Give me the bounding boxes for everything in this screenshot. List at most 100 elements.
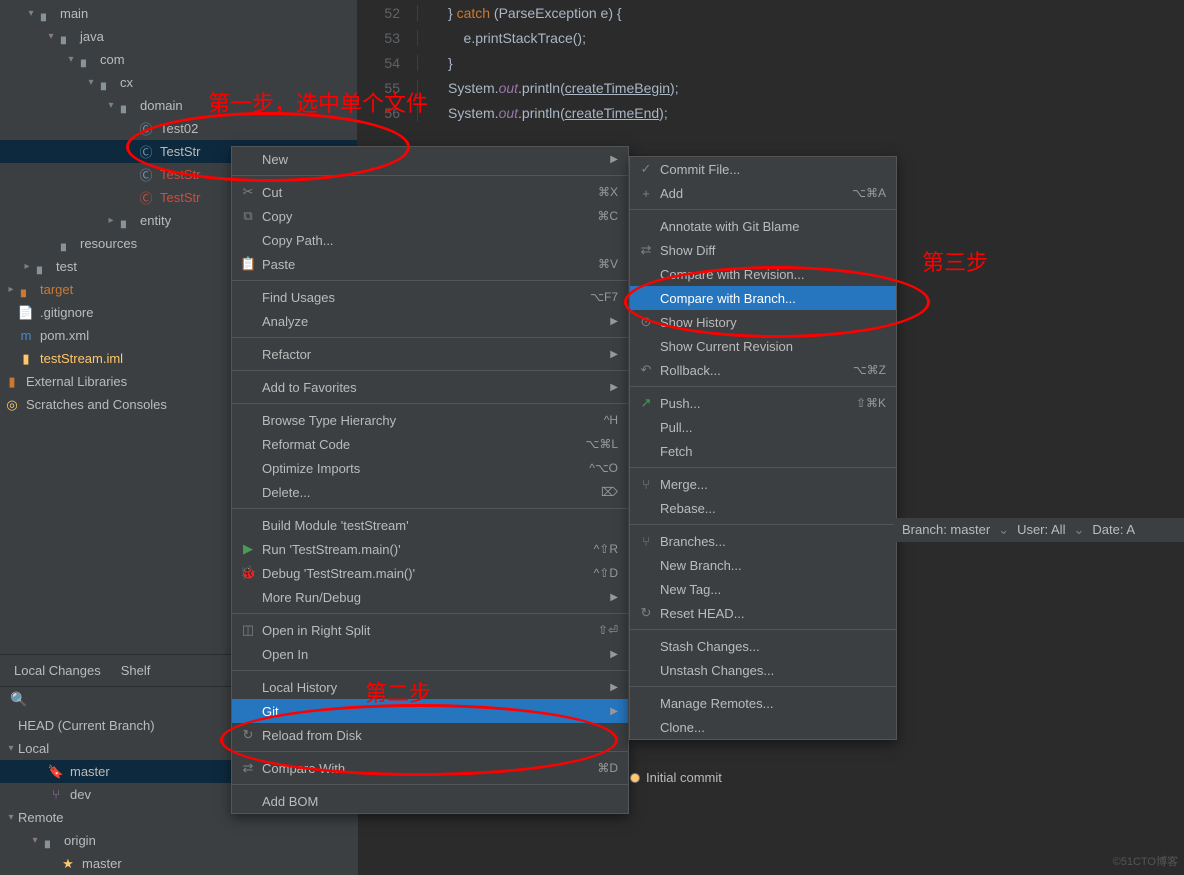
submenu-arrow-icon: ▶	[610, 592, 618, 603]
menu-label: Add BOM	[262, 794, 318, 809]
menu-item-refactor[interactable]: Refactor▶	[232, 342, 628, 366]
vcs-origin-master[interactable]: ★master	[0, 852, 358, 875]
menu-item-cut[interactable]: ✂Cut⌘X	[232, 180, 628, 204]
menu-item-pull[interactable]: Pull...	[630, 415, 896, 439]
menu-label: Debug 'TestStream.main()'	[262, 566, 415, 581]
menu-icon: ↗	[638, 395, 654, 411]
menu-item-new[interactable]: New▶	[232, 147, 628, 171]
tab-local-changes[interactable]: Local Changes	[14, 663, 101, 678]
menu-label: More Run/Debug	[262, 590, 361, 605]
date-filter[interactable]: Date: A	[1092, 522, 1135, 538]
menu-item-open-in[interactable]: Open In▶	[232, 642, 628, 666]
menu-label: Pull...	[660, 420, 693, 435]
menu-shortcut: ⌥⌘L	[585, 437, 618, 451]
tab-shelf[interactable]: Shelf	[121, 663, 151, 678]
menu-icon: ⑂	[638, 477, 654, 492]
menu-item-add[interactable]: +Add⌥⌘A	[630, 181, 896, 205]
branch-filter[interactable]: Branch: master	[902, 522, 990, 538]
menu-label: Stash Changes...	[660, 639, 760, 654]
submenu-arrow-icon: ▶	[610, 706, 618, 717]
menu-item-run-teststream-main[interactable]: ▶Run 'TestStream.main()'^⇧R	[232, 537, 628, 561]
menu-item-reset-head[interactable]: ↻Reset HEAD...	[630, 601, 896, 625]
menu-item-browse-type-hierarchy[interactable]: Browse Type Hierarchy^H	[232, 408, 628, 432]
menu-shortcut: ⌘D	[597, 761, 618, 775]
menu-item-rollback[interactable]: ↶Rollback...⌥⌘Z	[630, 358, 896, 382]
menu-item-paste[interactable]: 📋Paste⌘V	[232, 252, 628, 276]
menu-shortcut: ^⇧R	[594, 542, 618, 556]
menu-item-new-branch[interactable]: New Branch...	[630, 553, 896, 577]
menu-item-add-bom[interactable]: Add BOM	[232, 789, 628, 813]
menu-label: Rebase...	[660, 501, 716, 516]
menu-item-manage-remotes[interactable]: Manage Remotes...	[630, 691, 896, 715]
menu-item-show-history[interactable]: ⊙Show History	[630, 310, 896, 334]
vcs-origin[interactable]: ▾▖origin	[0, 829, 358, 852]
menu-item-local-history[interactable]: Local History ▶	[232, 675, 628, 699]
menu-item-stash-changes[interactable]: Stash Changes...	[630, 634, 896, 658]
user-filter[interactable]: User: All	[1017, 522, 1065, 538]
tree-folder-java[interactable]: ▾▖java	[0, 25, 357, 48]
menu-shortcut: ⌘V	[598, 257, 618, 271]
menu-label: Git	[262, 704, 279, 719]
menu-label: Clone...	[660, 720, 705, 735]
menu-item-copy[interactable]: ⧉Copy⌘C	[232, 204, 628, 228]
menu-item-annotate-with-git-blame[interactable]: Annotate with Git Blame	[630, 214, 896, 238]
submenu-arrow-icon: ▶	[610, 682, 618, 693]
menu-item-commit-file[interactable]: ✓Commit File...	[630, 157, 896, 181]
menu-item-git[interactable]: Git ▶	[232, 699, 628, 723]
git-log-entry[interactable]: Initial commit	[630, 770, 722, 785]
menu-icon: +	[638, 186, 654, 201]
menu-item-reformat-code[interactable]: Reformat Code⌥⌘L	[232, 432, 628, 456]
menu-label: Run 'TestStream.main()'	[262, 542, 401, 557]
menu-item-new-tag[interactable]: New Tag...	[630, 577, 896, 601]
menu-label: Add to Favorites	[262, 380, 357, 395]
menu-icon: ⇄	[240, 760, 256, 776]
menu-label: Analyze	[262, 314, 308, 329]
commit-dot-icon	[630, 773, 640, 783]
menu-icon: ✂	[240, 184, 256, 200]
tree-folder-domain[interactable]: ▾▖domain	[0, 94, 357, 117]
menu-icon: ⧉	[240, 208, 256, 224]
submenu-arrow-icon: ▶	[610, 154, 618, 165]
menu-item-optimize-imports[interactable]: Optimize Imports^⌥O	[232, 456, 628, 480]
menu-item-unstash-changes[interactable]: Unstash Changes...	[630, 658, 896, 682]
menu-label: Rollback...	[660, 363, 721, 378]
menu-item-reload-from-disk[interactable]: ↻Reload from Disk	[232, 723, 628, 747]
menu-label: New Tag...	[660, 582, 721, 597]
menu-item-merge[interactable]: ⑂Merge...	[630, 472, 896, 496]
menu-item-debug-teststream-main[interactable]: 🐞Debug 'TestStream.main()'^⇧D	[232, 561, 628, 585]
tree-folder-cx[interactable]: ▾▖cx	[0, 71, 357, 94]
menu-item-compare-with-revision[interactable]: Compare with Revision...	[630, 262, 896, 286]
menu-item-push[interactable]: ↗Push...⇧⌘K	[630, 391, 896, 415]
menu-item-branches[interactable]: ⑂Branches...	[630, 529, 896, 553]
menu-item-more-run-debug[interactable]: More Run/Debug ▶	[232, 585, 628, 609]
menu-icon: ↻	[240, 727, 256, 743]
menu-shortcut: ⌥F7	[590, 290, 618, 304]
menu-shortcut: ⌘X	[598, 185, 618, 199]
tree-folder-com[interactable]: ▾▖com	[0, 48, 357, 71]
menu-item-add-to-favorites[interactable]: Add to Favorites▶	[232, 375, 628, 399]
menu-item-clone[interactable]: Clone...	[630, 715, 896, 739]
menu-item-compare-with-branch[interactable]: Compare with Branch...	[630, 286, 896, 310]
menu-item-find-usages[interactable]: Find Usages⌥F7	[232, 285, 628, 309]
menu-item-open-in-right-split[interactable]: ◫Open in Right Split⇧⏎	[232, 618, 628, 642]
context-menu-git-submenu[interactable]: ✓Commit File...+Add⌥⌘A Annotate with Git …	[629, 156, 897, 740]
tree-folder-main[interactable]: ▾▖main	[0, 2, 357, 25]
git-filter-bar[interactable]: Branch: master⌄ User: All⌄ Date: A	[894, 518, 1184, 542]
menu-label: Build Module 'testStream'	[262, 518, 409, 533]
menu-item-copy-path[interactable]: Copy Path...	[232, 228, 628, 252]
menu-item-rebase[interactable]: Rebase...	[630, 496, 896, 520]
context-menu-primary[interactable]: New▶ ✂Cut⌘X⧉Copy⌘CCopy Path...📋Paste⌘V Fin…	[231, 146, 629, 814]
tree-file-test02[interactable]: ⒸTest02	[0, 117, 357, 140]
menu-label: Compare with Branch...	[660, 291, 796, 306]
menu-label: Local History	[262, 680, 337, 695]
menu-item-build-module-teststream[interactable]: Build Module 'testStream'	[232, 513, 628, 537]
menu-item-fetch[interactable]: Fetch	[630, 439, 896, 463]
menu-shortcut: ^⌥O	[589, 461, 618, 475]
menu-item-delete[interactable]: Delete...⌦	[232, 480, 628, 504]
menu-label: Open in Right Split	[262, 623, 370, 638]
menu-item-compare-with[interactable]: ⇄ Compare With... ⌘D	[232, 756, 628, 780]
menu-item-show-diff[interactable]: ⇄Show Diff	[630, 238, 896, 262]
menu-item-show-current-revision[interactable]: Show Current Revision	[630, 334, 896, 358]
menu-item-analyze[interactable]: Analyze▶	[232, 309, 628, 333]
menu-label: Compare With...	[262, 761, 356, 776]
